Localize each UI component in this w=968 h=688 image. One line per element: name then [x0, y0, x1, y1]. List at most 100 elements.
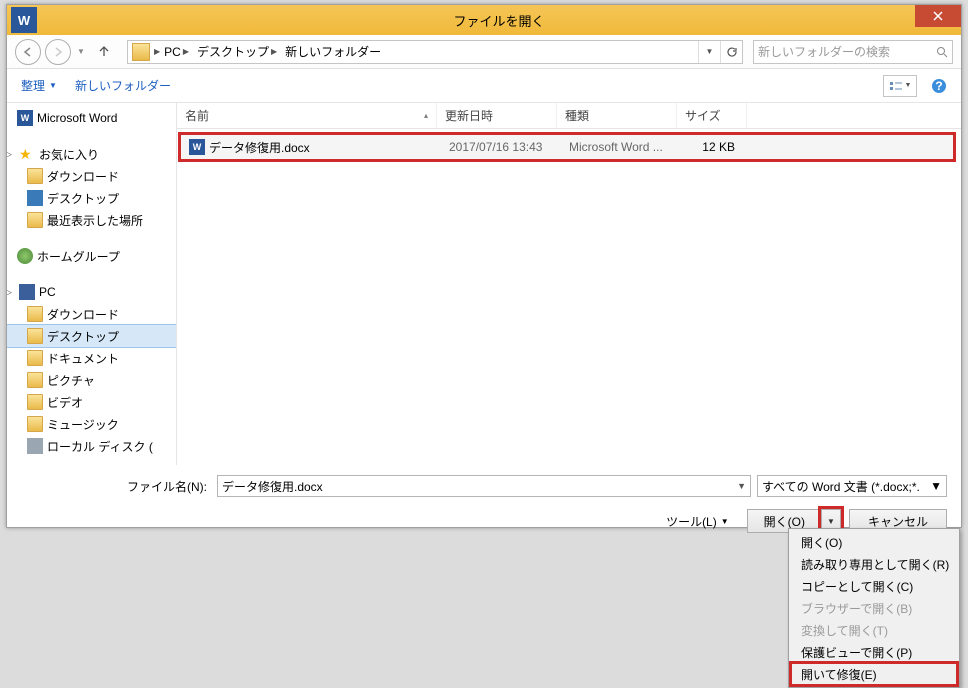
- sidebar-item[interactable]: ローカル ディスク (: [7, 435, 176, 457]
- sidebar-item-pc[interactable]: ▷PC: [7, 281, 176, 303]
- organize-button[interactable]: 整理 ▼: [21, 77, 57, 94]
- menu-item: 変換して開く(T): [791, 619, 957, 641]
- folder-icon: [27, 328, 43, 344]
- column-headers: 名前▴ 更新日時 種類 サイズ: [177, 103, 961, 129]
- recent-dropdown[interactable]: ▼: [75, 39, 87, 65]
- nav-bar: ▼ ▶ PC▶ デスクトップ▶ 新しいフォルダー ▼ 新しいフォルダーの検索: [7, 35, 961, 69]
- view-options-button[interactable]: ▼: [883, 75, 917, 97]
- homegroup-icon: [17, 248, 33, 264]
- chevron-down-icon: ▼: [77, 47, 85, 56]
- close-button[interactable]: [915, 5, 961, 27]
- sidebar-item-homegroup[interactable]: ホームグループ: [7, 245, 176, 267]
- chevron-right-icon: ▶: [183, 47, 189, 56]
- sidebar-item[interactable]: ダウンロード: [7, 303, 176, 325]
- col-type[interactable]: 種類: [557, 103, 677, 128]
- folder-icon: [27, 372, 43, 388]
- breadcrumb-item: デスクトップ: [197, 43, 269, 60]
- dialog-title: ファイルを開く: [37, 11, 961, 30]
- col-label: 種類: [565, 107, 589, 124]
- sidebar-item[interactable]: ピクチャ: [7, 369, 176, 391]
- refresh-button[interactable]: [720, 41, 742, 63]
- new-folder-button[interactable]: 新しいフォルダー: [75, 77, 171, 94]
- col-label: 更新日時: [445, 107, 493, 124]
- sidebar-label: PC: [39, 285, 56, 299]
- back-button[interactable]: [15, 39, 41, 65]
- sidebar: W Microsoft Word ▷★お気に入り ダウンロード デスクトップ 最近…: [7, 103, 177, 465]
- breadcrumb-seg[interactable]: デスクトップ▶: [193, 43, 281, 60]
- file-date: 2017/07/16 13:43: [441, 140, 561, 154]
- filename-input[interactable]: データ修復用.docx▼: [217, 475, 751, 497]
- sidebar-item[interactable]: ダウンロード: [7, 165, 176, 187]
- sidebar-item[interactable]: ミュージック: [7, 413, 176, 435]
- sidebar-label: お気に入り: [39, 146, 99, 163]
- sidebar-label: ピクチャ: [47, 372, 95, 389]
- sidebar-item[interactable]: ドキュメント: [7, 347, 176, 369]
- menu-item[interactable]: 開く(O): [791, 531, 957, 553]
- folder-icon: [27, 350, 43, 366]
- word-icon: W: [17, 110, 33, 126]
- breadcrumb-item: PC: [164, 45, 181, 59]
- col-label: サイズ: [685, 107, 721, 124]
- breadcrumb[interactable]: ▶ PC▶ デスクトップ▶ 新しいフォルダー ▼: [127, 40, 743, 64]
- folder-icon: [27, 394, 43, 410]
- sidebar-item[interactable]: ビデオ: [7, 391, 176, 413]
- breadcrumb-seg[interactable]: 新しいフォルダー: [281, 43, 385, 60]
- sidebar-label: ホームグループ: [37, 248, 120, 265]
- cancel-label: キャンセル: [868, 513, 928, 530]
- menu-item[interactable]: 保護ビューで開く(P): [791, 641, 957, 663]
- file-type-filter[interactable]: すべての Word 文書 (*.docx;*.▼: [757, 475, 947, 497]
- file-size: 12 KB: [681, 140, 751, 154]
- col-date[interactable]: 更新日時: [437, 103, 557, 128]
- recent-icon: [27, 212, 43, 228]
- arrow-left-icon: [22, 46, 34, 58]
- sidebar-item-desktop[interactable]: デスクトップ: [7, 325, 176, 347]
- folder-icon: [27, 416, 43, 432]
- menu-item[interactable]: コピーとして開く(C): [791, 575, 957, 597]
- chevron-down-icon: ▼: [827, 517, 835, 526]
- breadcrumb-dropdown[interactable]: ▼: [698, 41, 720, 63]
- sidebar-item[interactable]: 最近表示した場所: [7, 209, 176, 231]
- refresh-icon: [726, 46, 738, 58]
- sidebar-label: Microsoft Word: [37, 111, 117, 125]
- col-label: 名前: [185, 107, 209, 124]
- tools-button[interactable]: ツール(L)▼: [666, 513, 729, 530]
- col-size[interactable]: サイズ: [677, 103, 747, 128]
- word-app-icon: W: [11, 7, 37, 33]
- sidebar-label: ドキュメント: [47, 350, 119, 367]
- titlebar[interactable]: W ファイルを開く: [7, 5, 961, 35]
- sidebar-label: ミュージック: [47, 416, 119, 433]
- organize-label: 整理: [21, 77, 45, 94]
- filename-label: ファイル名(N):: [21, 478, 211, 495]
- sidebar-item-word[interactable]: W Microsoft Word: [7, 107, 176, 129]
- search-input[interactable]: 新しいフォルダーの検索: [753, 40, 953, 64]
- chevron-down-icon: ▼: [49, 81, 57, 90]
- view-icon: [889, 81, 903, 91]
- breadcrumb-seg[interactable]: PC▶: [160, 45, 193, 59]
- sidebar-item[interactable]: デスクトップ: [7, 187, 176, 209]
- col-name[interactable]: 名前▴: [177, 103, 437, 128]
- sidebar-label: ローカル ディスク (: [47, 438, 153, 455]
- up-button[interactable]: [91, 39, 117, 65]
- menu-item[interactable]: 開いて修復(E): [791, 663, 957, 685]
- search-placeholder: 新しいフォルダーの検索: [758, 43, 890, 60]
- sidebar-label: ダウンロード: [47, 306, 119, 323]
- tools-label: ツール(L): [666, 513, 717, 530]
- sidebar-item-favorites[interactable]: ▷★お気に入り: [7, 143, 176, 165]
- file-name: データ修復用.docx: [209, 139, 310, 156]
- sidebar-label: ダウンロード: [47, 168, 119, 185]
- desktop-icon: [27, 190, 43, 206]
- menu-item[interactable]: 読み取り専用として開く(R): [791, 553, 957, 575]
- file-type: Microsoft Word ...: [561, 140, 681, 154]
- sidebar-label: ビデオ: [47, 394, 83, 411]
- chevron-down-icon: ▼: [706, 47, 714, 56]
- filename-value: データ修復用.docx: [222, 478, 323, 495]
- forward-button[interactable]: [45, 39, 71, 65]
- file-row[interactable]: Wデータ修復用.docx 2017/07/16 13:43 Microsoft …: [181, 135, 953, 159]
- help-icon[interactable]: ?: [931, 78, 947, 94]
- disk-icon: [27, 438, 43, 454]
- computer-icon: [19, 284, 35, 300]
- chevron-down-icon: ▼: [930, 479, 942, 493]
- open-mode-menu: 開く(O)読み取り専用として開く(R)コピーとして開く(C)ブラウザーで開く(B…: [788, 528, 960, 688]
- folder-icon: [132, 43, 150, 61]
- arrow-right-icon: [52, 46, 64, 58]
